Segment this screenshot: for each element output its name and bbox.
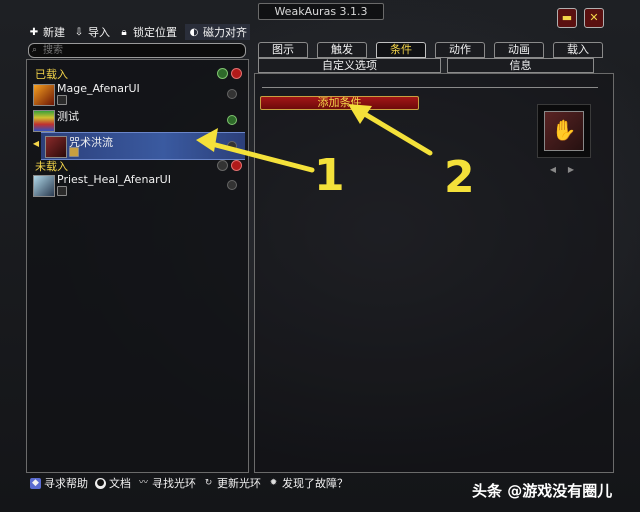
annotation-arrow-2 [355,107,433,156]
annotation-number-1: 1 [314,150,345,201]
annotation-number-2: 2 [444,152,475,203]
annotation-arrow-1 [205,140,315,173]
arrowhead-1 [196,128,218,152]
annotation-arrows [196,104,433,173]
